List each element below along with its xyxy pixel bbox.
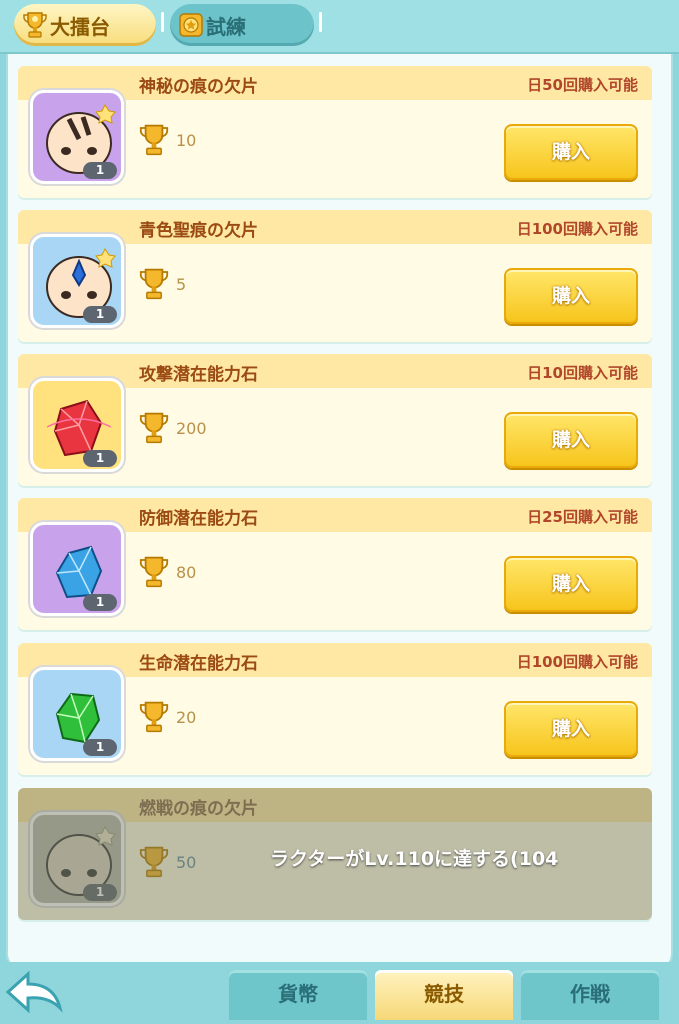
trophy-icon [139,556,169,588]
shop-item-locked: 燃戦の痕の欠片 1 50 ラクターがLv.110に達する(104 [18,788,652,920]
item-cost: 20 [138,699,196,735]
unlock-requirement-message: ラクターがLv.110に達する(104 [270,848,559,870]
item-quantity: 1 [83,450,117,467]
purchase-limit: 日25回購入可能 [527,508,638,526]
item-quantity: 1 [83,594,117,611]
item-quantity: 1 [83,162,117,179]
shop-item: 防御潜在能力石 日25回購入可能 1 80 購入 [18,498,652,630]
shop-item: 神秘の痕の欠片 日50回購入可能 1 10 購入 [18,66,652,198]
purchase-limit: 日10回購入可能 [527,364,638,382]
tab-currency[interactable]: 貨幣 [229,970,367,1020]
tab-trial-label: 試練 [206,14,246,39]
item-name: 青色聖痕の欠片 [139,221,258,241]
trophy-icon [139,268,169,300]
top-tab-bar: 大擂台 試練 [0,0,679,54]
trophy-icon [139,701,169,733]
item-thumbnail[interactable]: 1 [30,667,124,761]
shop-item: 攻撃潜在能力石 日10回購入可能 1 200 購入 [18,354,652,486]
item-thumbnail[interactable]: 1 [30,234,124,328]
item-cost: 10 [138,122,196,158]
item-cost: 5 [138,266,186,302]
purchase-limit: 日50回購入可能 [527,76,638,94]
tab-arena-label: 大擂台 [50,14,110,39]
trophy-icon [139,124,169,156]
trophy-icon [23,12,47,38]
purchase-limit: 日100回購入可能 [516,220,638,238]
item-name: 生命潜在能力石 [139,654,258,674]
medal-icon [179,13,203,37]
shop-item: 青色聖痕の欠片 日100回購入可能 1 5 購入 [18,210,652,342]
tab-separator [161,12,164,32]
tab-competition[interactable]: 競技 [375,970,513,1020]
shop-item: 生命潜在能力石 日100回購入可能 1 20 購入 [18,643,652,775]
item-thumbnail[interactable]: 1 [30,378,124,472]
item-cost: 200 [138,410,207,446]
item-thumbnail[interactable]: 1 [30,90,124,184]
item-thumbnail[interactable]: 1 [30,522,124,616]
tab-trial[interactable]: 試練 [170,4,314,46]
cost-value: 5 [176,274,187,294]
cost-value: 10 [176,130,197,150]
item-quantity: 1 [83,739,117,756]
item-name: 神秘の痕の欠片 [139,77,258,97]
tab-separator [319,12,322,32]
buy-button[interactable]: 購入 [504,412,638,468]
buy-button[interactable]: 購入 [504,268,638,324]
item-name: 防御潜在能力石 [139,509,258,529]
buy-button[interactable]: 購入 [504,124,638,180]
item-cost: 80 [138,554,196,590]
back-arrow-icon[interactable] [4,966,66,1020]
buy-button[interactable]: 購入 [504,556,638,612]
tab-operation[interactable]: 作戦 [521,970,659,1020]
cost-value: 20 [176,707,197,727]
item-quantity: 1 [83,306,117,323]
tab-arena[interactable]: 大擂台 [14,4,156,46]
item-name: 攻撃潜在能力石 [139,365,258,385]
trophy-icon [139,412,169,444]
buy-button[interactable]: 購入 [504,701,638,757]
cost-value: 200 [176,418,207,438]
purchase-limit: 日100回購入可能 [516,653,638,671]
cost-value: 80 [176,562,197,582]
